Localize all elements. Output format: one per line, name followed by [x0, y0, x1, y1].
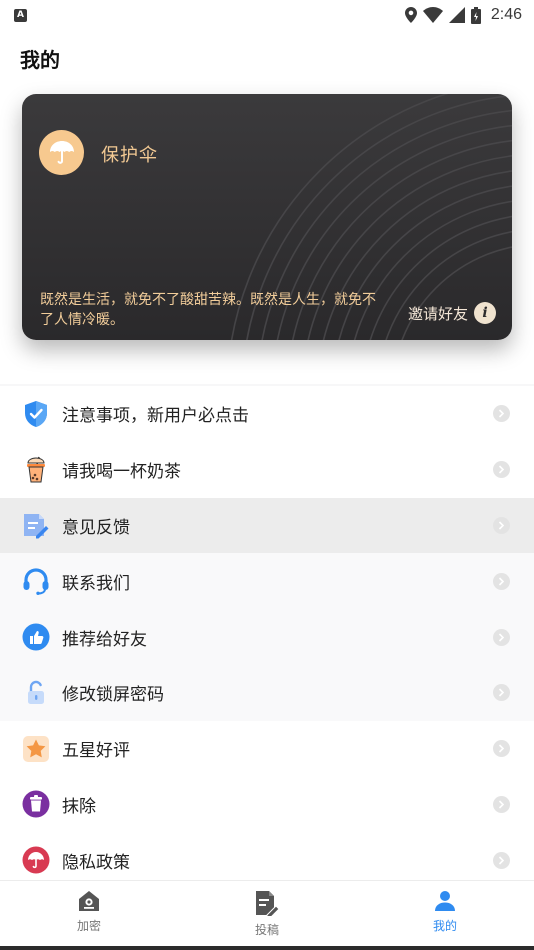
milk-tea-icon: [22, 456, 50, 484]
menu-item-recommend[interactable]: 推荐给好友: [0, 609, 534, 665]
menu-label: 联系我们: [62, 573, 130, 594]
tab-submit[interactable]: 投稿: [178, 881, 356, 946]
menu-item-feedback[interactable]: 意见反馈: [0, 497, 534, 554]
menu-label: 抹除: [62, 796, 96, 817]
umbrella-logo-icon: [39, 130, 84, 175]
header: 我的: [0, 30, 534, 88]
thumbs-up-icon: [22, 623, 50, 651]
menu-label: 注意事项，新用户必点击: [62, 406, 249, 427]
feedback-edit-icon: [22, 511, 50, 539]
unlock-icon: [22, 679, 50, 707]
chevron-right-icon: [493, 851, 510, 869]
chevron-right-icon: [493, 795, 510, 813]
bottom-nav: 加密 投稿 我的: [0, 880, 534, 946]
chevron-right-icon: [493, 740, 510, 758]
system-nav-bar: [0, 946, 534, 950]
menu-item-five-star-rating[interactable]: 五星好评: [0, 720, 534, 777]
invite-friends-button[interactable]: 邀请好友 i: [408, 302, 496, 324]
status-time: 2:46: [490, 6, 522, 23]
battery-icon: [470, 6, 481, 24]
wifi-icon: [422, 7, 443, 23]
umbrella-icon: [22, 846, 50, 874]
card-area: 保护伞 既然是生活，就免不了酸甜苦辣。既然是人生，就免不了人情冷暖。 邀请好友 …: [0, 88, 534, 384]
menu-label: 推荐给好友: [62, 629, 147, 650]
menu-item-contact[interactable]: 联系我们: [0, 553, 534, 610]
settings-menu: 注意事项，新用户必点击 请我喝一杯奶茶 意见反馈 联系我们 推荐给好友 修改锁屏…: [0, 386, 534, 889]
headset-icon: [22, 567, 50, 596]
menu-label: 五星好评: [62, 741, 130, 762]
invite-label: 邀请好友: [407, 304, 468, 323]
tab-mine[interactable]: 我的: [356, 881, 534, 946]
star-icon: [22, 735, 50, 763]
user-icon: [435, 891, 455, 911]
page-title: 我的: [20, 48, 60, 72]
menu-label: 意见反馈: [62, 517, 130, 538]
card-name: 保护伞: [101, 145, 158, 166]
menu-item-notice[interactable]: 注意事项，新用户必点击: [0, 386, 534, 442]
chevron-right-icon: [493, 405, 510, 423]
card-quote: 既然是生活，就免不了酸甜苦辣。既然是人生，就免不了人情冷暖。: [40, 292, 376, 328]
tab-encrypt[interactable]: 加密: [0, 881, 178, 946]
document-edit-icon: [256, 891, 280, 916]
menu-item-erase[interactable]: 抹除: [0, 776, 534, 833]
info-icon[interactable]: i: [474, 302, 496, 324]
chevron-right-icon: [493, 516, 510, 534]
menu-label: 隐私政策: [62, 852, 130, 873]
chevron-right-icon: [493, 628, 510, 646]
menu-item-milk-tea[interactable]: 请我喝一杯奶茶: [0, 441, 534, 498]
location-icon: [404, 7, 417, 23]
menu-item-change-lock-password[interactable]: 修改锁屏密码: [0, 664, 534, 721]
menu-label: 修改锁屏密码: [62, 685, 164, 706]
profile-card: 保护伞 既然是生活，就免不了酸甜苦辣。既然是人生，就免不了人情冷暖。 邀请好友 …: [22, 94, 512, 340]
shield-check-icon: [22, 400, 50, 428]
trash-icon: [22, 790, 50, 818]
menu-label: 请我喝一杯奶茶: [62, 462, 181, 483]
nav-label: 我的: [432, 919, 457, 933]
chevron-right-icon: [493, 572, 510, 590]
signal-icon: [448, 7, 465, 23]
notification-a-icon: A: [14, 8, 27, 22]
nav-label: 投稿: [254, 923, 279, 937]
status-bar: A 2:46: [0, 0, 534, 30]
chevron-right-icon: [493, 461, 510, 479]
home-lock-icon: [79, 891, 99, 911]
chevron-right-icon: [493, 684, 510, 702]
nav-label: 加密: [76, 919, 101, 933]
